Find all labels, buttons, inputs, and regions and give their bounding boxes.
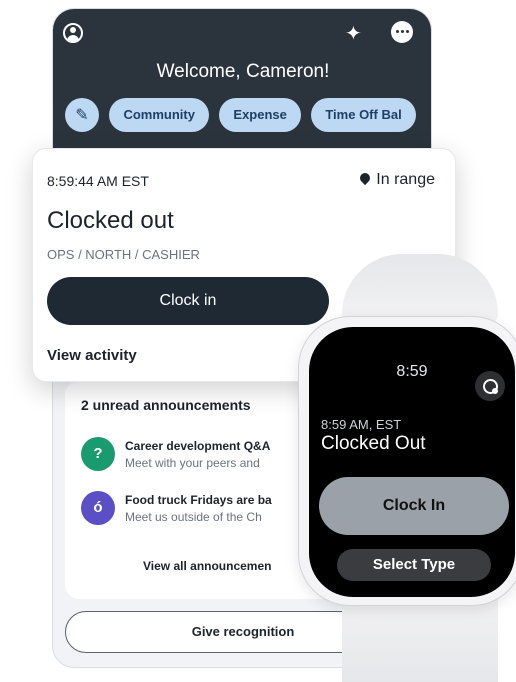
watch-timestamp: 8:59 AM, EST (321, 417, 402, 432)
job-path: OPS / NORTH / CASHIER (47, 247, 200, 262)
location-status: In range (358, 170, 435, 189)
announcement-subtitle: Meet with your peers and (125, 456, 260, 470)
food-icon: ó (81, 491, 115, 525)
clock-in-button[interactable]: Clock in (47, 277, 329, 325)
clock-status: Clocked out (47, 207, 174, 234)
chat-dot (401, 30, 404, 33)
announcement-subtitle: Meet us outside of the Ch (125, 510, 262, 524)
app-header: ✦ Welcome, Cameron! ✎ Community Expense … (53, 9, 431, 161)
view-activity-link[interactable]: View activity (47, 347, 137, 364)
pencil-icon[interactable]: ✎ (65, 98, 99, 132)
current-time: 8:59:44 AM EST (47, 173, 149, 189)
clock-settings-icon[interactable] (475, 371, 505, 401)
chat-question-icon: ? (81, 437, 115, 471)
chip-time-off-balance[interactable]: Time Off Bal (311, 98, 416, 132)
chip-community[interactable]: Community (109, 98, 209, 132)
watch-clock-in-button[interactable]: Clock In (319, 477, 509, 535)
profile-icon[interactable] (63, 23, 83, 43)
smartwatch: 8:59 8:59 AM, EST Clocked Out Clock In S… (298, 316, 516, 606)
welcome-text: Welcome, Cameron! (156, 61, 330, 82)
announcement-title: Food truck Fridays are ba (125, 493, 272, 507)
select-type-button[interactable]: Select Type (337, 549, 491, 581)
chip-expense[interactable]: Expense (219, 98, 301, 132)
announcements-title: 2 unread announcements (81, 397, 251, 413)
range-label: In range (376, 171, 435, 188)
quick-actions: ✎ Community Expense Time Off Bal (65, 98, 431, 132)
watch-screen: 8:59 8:59 AM, EST Clocked Out Clock In S… (309, 327, 515, 597)
chat-icon[interactable] (391, 21, 413, 43)
chat-dot (396, 30, 399, 33)
view-all-announcements-link[interactable]: View all announcemen (143, 559, 271, 573)
stage: ✦ Welcome, Cameron! ✎ Community Expense … (0, 0, 516, 682)
announcement-title: Career development Q&A (125, 439, 271, 453)
location-pin-icon (358, 170, 373, 186)
watch-status: Clocked Out (321, 433, 426, 454)
sparkle-icon[interactable]: ✦ (345, 23, 362, 43)
chat-dot (406, 30, 409, 33)
